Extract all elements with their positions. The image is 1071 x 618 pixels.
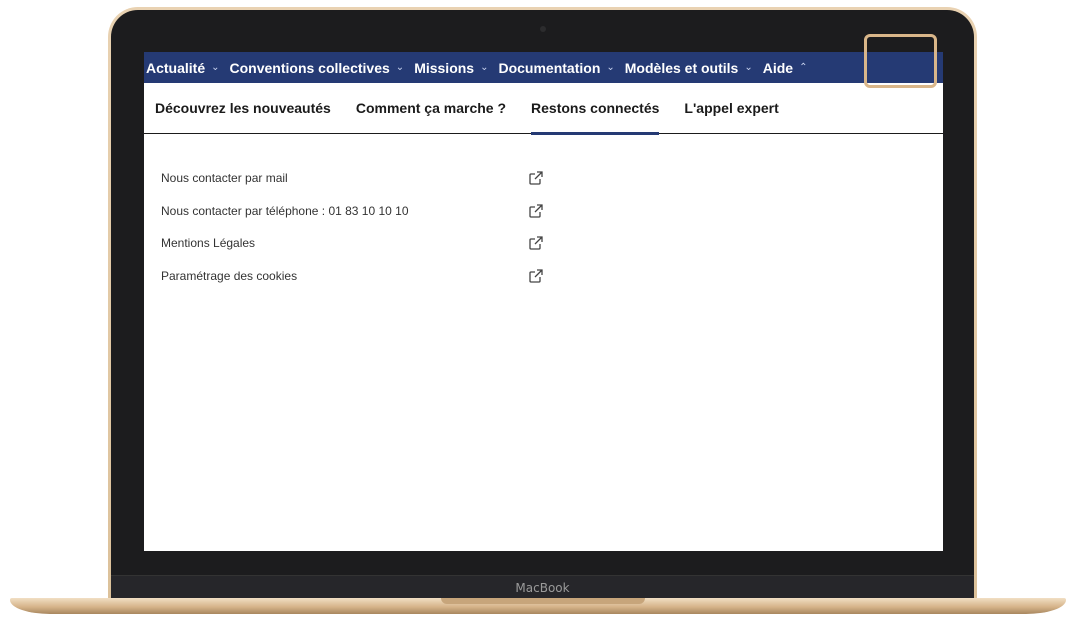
- link-contact-phone[interactable]: Nous contacter par téléphone : 01 83 10 …: [161, 195, 544, 228]
- nav-item-conventions[interactable]: Conventions collectives ⌄: [230, 60, 415, 76]
- chevron-down-icon: ⌄: [395, 62, 405, 73]
- tab-appel-expert[interactable]: L'appel expert: [684, 83, 778, 134]
- chevron-down-icon: ⌄: [744, 62, 753, 73]
- tab-label: Restons connectés: [531, 100, 660, 116]
- chevron-up-icon: ⌃: [799, 62, 808, 73]
- link-label: Paramétrage des cookies: [161, 268, 298, 283]
- tab-nouveautes[interactable]: Découvrez les nouveautés: [155, 83, 331, 134]
- screen: Actualité ⌄ Conventions collectives ⌄ Mi…: [144, 52, 943, 551]
- link-label: Nous contacter par téléphone : 01 83 10 …: [161, 203, 409, 218]
- camera-dot: [539, 26, 546, 32]
- nav-item-actualite[interactable]: Actualité ⌄: [146, 60, 230, 76]
- tab-label: L'appel expert: [684, 100, 779, 116]
- link-contact-mail[interactable]: Nous contacter par mail: [161, 162, 544, 195]
- chevron-down-icon: ⌄: [211, 62, 220, 73]
- laptop-mockup: MacBook Actualité ⌄ Conventions collecti…: [0, 0, 1071, 618]
- nav-item-missions[interactable]: Missions ⌄: [414, 60, 498, 76]
- tab-label: Découvrez les nouveautés: [155, 100, 331, 116]
- tab-comment-ca-marche[interactable]: Comment ça marche ?: [356, 83, 506, 134]
- tab-restons-connectes[interactable]: Restons connectés: [531, 83, 660, 135]
- nav-item-label: Conventions collectives: [229, 59, 390, 76]
- contact-links: Nous contacter par mail Nous contacter p…: [144, 134, 544, 292]
- nav-item-label: Documentation: [498, 59, 601, 76]
- external-link-icon: [529, 236, 543, 250]
- chevron-down-icon: ⌄: [606, 62, 615, 73]
- tab-label: Comment ça marche ?: [355, 100, 507, 116]
- chevron-down-icon: ⌄: [480, 62, 489, 73]
- highlight-aide-box: [864, 34, 937, 88]
- nav-item-label: Missions: [414, 59, 475, 76]
- external-link-icon: [529, 204, 543, 218]
- link-label: Mentions Légales: [161, 236, 256, 251]
- nav-item-documentation[interactable]: Documentation ⌄: [498, 60, 624, 76]
- nav-item-label: Actualité: [146, 59, 206, 76]
- laptop-notch: [441, 598, 645, 604]
- sub-tabs: Découvrez les nouveautés Comment ça marc…: [144, 83, 943, 135]
- external-link-icon: [529, 269, 543, 283]
- link-mentions-legales[interactable]: Mentions Légales: [161, 227, 544, 260]
- nav-item-label: Aide: [762, 59, 794, 76]
- main-nav: Actualité ⌄ Conventions collectives ⌄ Mi…: [144, 52, 943, 83]
- link-label: Nous contacter par mail: [161, 171, 288, 186]
- nav-item-label: Modèles et outils: [624, 59, 739, 76]
- nav-item-modeles[interactable]: Modèles et outils ⌄: [625, 60, 763, 76]
- device-brand: MacBook: [515, 581, 570, 595]
- link-cookies[interactable]: Paramétrage des cookies: [161, 260, 544, 293]
- external-link-icon: [529, 171, 543, 185]
- nav-item-aide[interactable]: Aide ⌃: [763, 60, 818, 76]
